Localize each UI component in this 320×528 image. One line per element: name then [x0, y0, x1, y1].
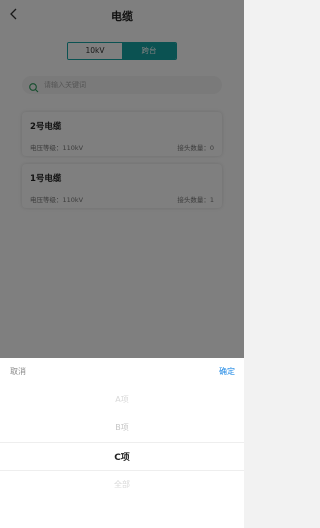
selection-divider — [0, 470, 244, 471]
cancel-button[interactable]: 取消 — [10, 366, 26, 377]
modal-overlay[interactable] — [0, 0, 244, 358]
confirm-button[interactable]: 确定 — [219, 366, 235, 377]
picker-option[interactable]: B项 — [0, 422, 244, 433]
picker-option[interactable]: A项 — [0, 394, 244, 405]
selection-divider — [0, 442, 244, 443]
option-picker: 取消 确定 A项 B项 C项 全部 — [0, 358, 244, 528]
picker-option[interactable]: 全部 — [0, 479, 244, 490]
picker-option-selected[interactable]: C项 — [0, 450, 244, 463]
